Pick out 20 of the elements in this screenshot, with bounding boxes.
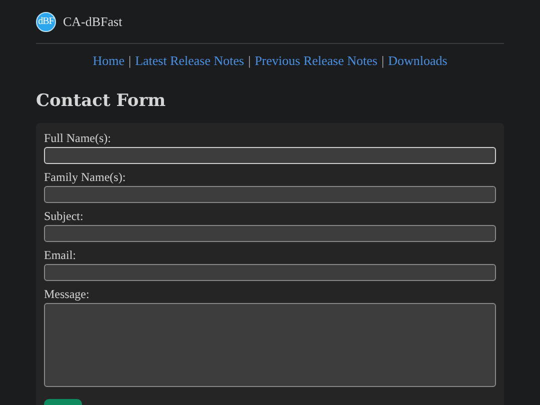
nav-link[interactable]: Home	[92, 53, 124, 68]
nav-separator: |	[128, 53, 132, 68]
logo-icon: dBF	[36, 12, 56, 32]
field-label: Message:	[44, 287, 90, 301]
input-field[interactable]	[44, 264, 496, 281]
message-field[interactable]	[44, 303, 496, 387]
input-field[interactable]	[44, 225, 496, 242]
field-label: Full Name(s):	[44, 131, 112, 145]
site-name: CA-dBFast	[63, 14, 122, 30]
nav-link[interactable]: Latest Release Notes	[135, 53, 244, 68]
nav-separator: |	[248, 53, 251, 68]
field-label: Subject:	[44, 209, 84, 223]
page-heading: Contact Form	[36, 91, 167, 111]
field-label: Email:	[44, 248, 77, 262]
nav-link[interactable]: Previous Release Notes	[254, 53, 378, 68]
nav-separator: |	[381, 53, 384, 68]
field-label: Family Name(s):	[44, 170, 127, 184]
input-field[interactable]	[44, 186, 496, 203]
nav-link[interactable]: Downloads	[388, 53, 448, 68]
input-field[interactable]	[44, 147, 496, 164]
